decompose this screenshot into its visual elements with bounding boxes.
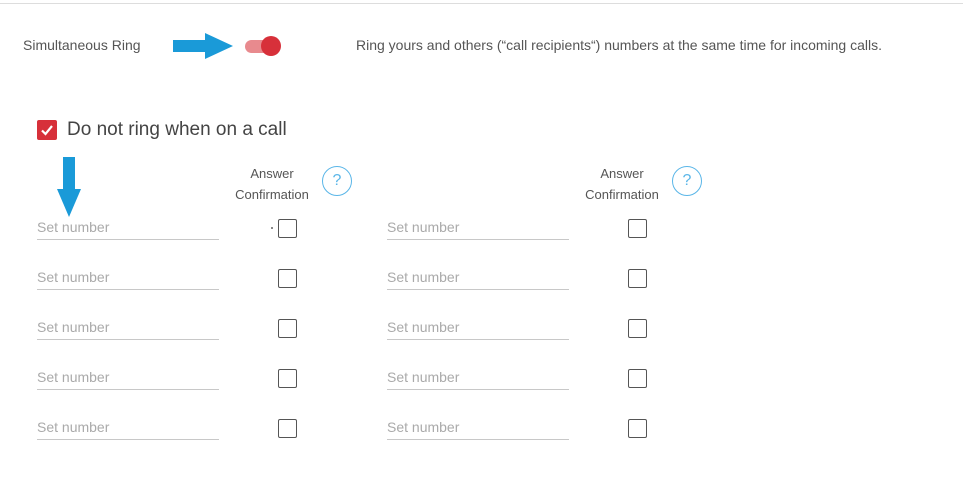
- help-circle-icon[interactable]: ?: [322, 166, 352, 196]
- header-line-2: Confirmation: [235, 187, 309, 202]
- number-input[interactable]: [387, 365, 569, 390]
- header-line-1: Answer: [250, 166, 294, 181]
- help-circle-icon[interactable]: ?: [672, 166, 702, 196]
- simultaneous-ring-description: Ring yours and others (“call recipients“…: [356, 37, 882, 53]
- answer-confirmation-checkbox[interactable]: [278, 319, 297, 338]
- number-input[interactable]: [37, 365, 219, 390]
- number-input[interactable]: [387, 215, 569, 240]
- stray-dot: [271, 227, 273, 229]
- number-input[interactable]: [37, 265, 219, 290]
- do-not-ring-checkbox[interactable]: [37, 120, 57, 140]
- answer-confirmation-checkbox[interactable]: [278, 419, 297, 438]
- number-input[interactable]: [37, 415, 219, 440]
- answer-confirmation-checkbox[interactable]: [628, 269, 647, 288]
- header-line-2: Confirmation: [585, 187, 659, 202]
- number-input[interactable]: [387, 315, 569, 340]
- answer-confirmation-checkbox[interactable]: [628, 369, 647, 388]
- answer-confirmation-checkbox[interactable]: [278, 269, 297, 288]
- answer-confirmation-checkbox[interactable]: [628, 319, 647, 338]
- answer-confirmation-header: Answer Confirmation: [217, 163, 327, 205]
- answer-confirmation-checkbox[interactable]: [278, 219, 297, 238]
- number-input[interactable]: [387, 415, 569, 440]
- answer-confirmation-header: Answer Confirmation: [567, 163, 677, 205]
- arrow-right-icon: [173, 33, 233, 59]
- simultaneous-ring-label: Simultaneous Ring: [23, 37, 141, 53]
- simultaneous-ring-toggle[interactable]: [244, 35, 284, 57]
- number-input[interactable]: [387, 265, 569, 290]
- answer-confirmation-checkbox[interactable]: [278, 369, 297, 388]
- toggle-knob: [261, 36, 281, 56]
- arrow-down-icon: [57, 157, 81, 217]
- answer-confirmation-checkbox[interactable]: [628, 219, 647, 238]
- checkmark-icon: [41, 125, 53, 136]
- do-not-ring-label: Do not ring when on a call: [67, 119, 287, 140]
- number-input[interactable]: [37, 215, 219, 240]
- header-line-1: Answer: [600, 166, 644, 181]
- top-divider: [0, 3, 963, 4]
- number-input[interactable]: [37, 315, 219, 340]
- answer-confirmation-checkbox[interactable]: [628, 419, 647, 438]
